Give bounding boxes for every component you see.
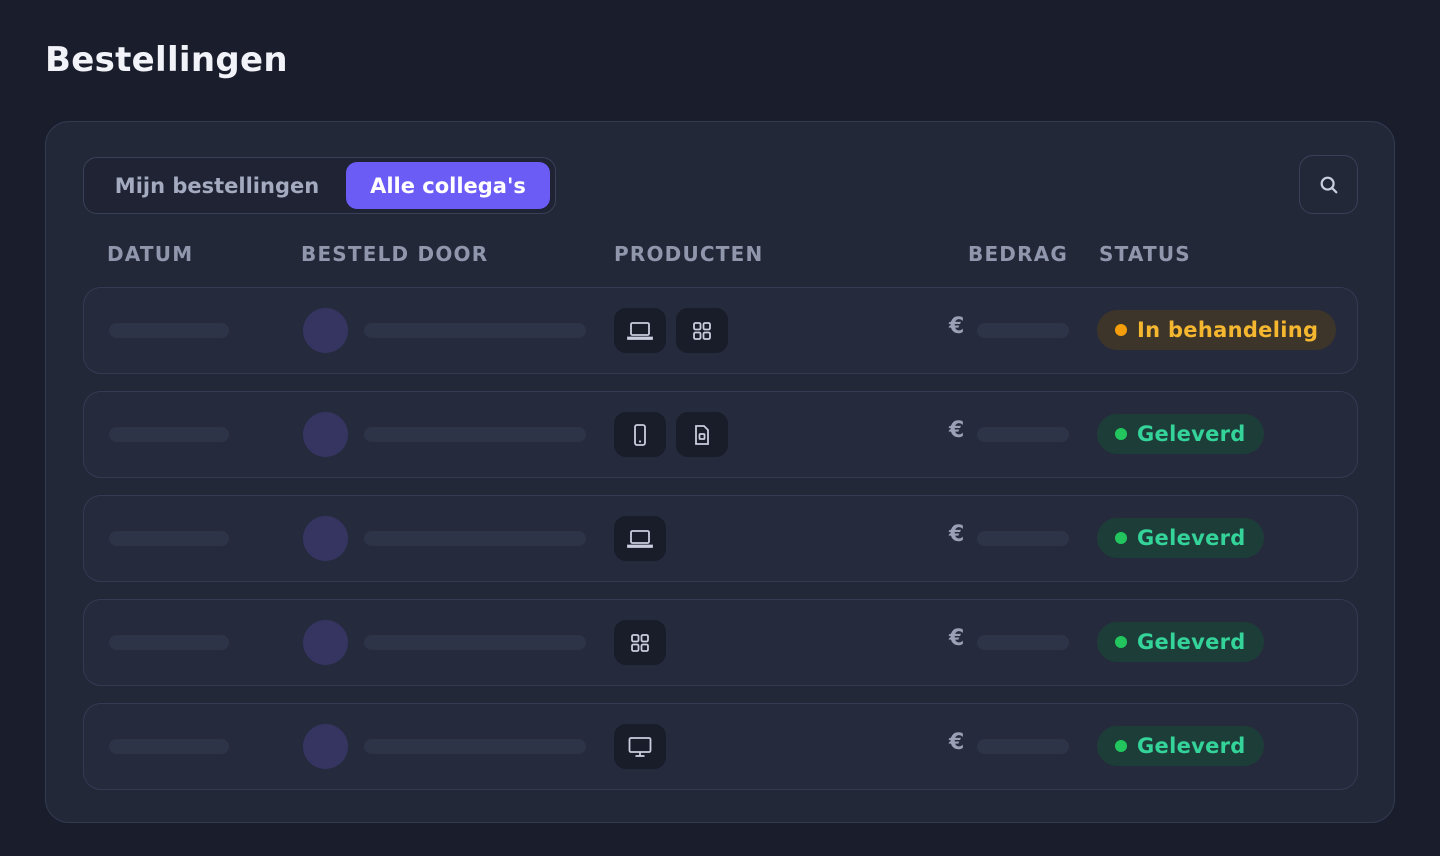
currency-symbol: €	[949, 522, 965, 547]
date-placeholder	[109, 739, 229, 754]
order-row[interactable]: € Geleverd	[83, 391, 1358, 478]
avatar	[303, 724, 348, 769]
orders-card: Mijn bestellingen Alle collega's DATUM B…	[45, 121, 1395, 823]
status-label: Geleverd	[1137, 630, 1246, 654]
column-header-status: STATUS	[1099, 242, 1191, 266]
laptop-icon	[614, 516, 666, 561]
status-label: In behandeling	[1137, 318, 1319, 342]
date-placeholder	[109, 635, 229, 650]
column-header-products: PRODUCTEN	[614, 242, 764, 266]
avatar	[303, 516, 348, 561]
status-badge: Geleverd	[1097, 518, 1264, 558]
product-list	[614, 620, 666, 665]
all-colleagues-tab[interactable]: Alle collega's	[346, 162, 550, 209]
my-orders-tab[interactable]: Mijn bestellingen	[88, 162, 346, 209]
product-list	[614, 516, 666, 561]
amount-placeholder	[977, 635, 1069, 650]
currency-symbol: €	[949, 418, 965, 443]
currency-symbol: €	[949, 730, 965, 755]
order-row[interactable]: € Geleverd	[83, 495, 1358, 582]
currency-symbol: €	[949, 626, 965, 651]
grid-icon	[614, 620, 666, 665]
name-placeholder	[364, 323, 586, 338]
page-title: Bestellingen	[45, 40, 288, 80]
column-header-date: DATUM	[107, 242, 194, 266]
currency-symbol: €	[949, 314, 965, 339]
status-badge: Geleverd	[1097, 622, 1264, 662]
status-badge: Geleverd	[1097, 414, 1264, 454]
date-placeholder	[109, 427, 229, 442]
column-header-ordered-by: BESTELD DOOR	[301, 242, 489, 266]
product-list	[614, 308, 728, 353]
name-placeholder	[364, 531, 586, 546]
status-dot	[1115, 532, 1127, 544]
avatar	[303, 620, 348, 665]
phone-icon	[614, 412, 666, 457]
name-placeholder	[364, 427, 586, 442]
amount-placeholder	[977, 323, 1069, 338]
search-button[interactable]	[1299, 155, 1358, 214]
avatar	[303, 412, 348, 457]
status-label: Geleverd	[1137, 422, 1246, 446]
document-icon	[676, 412, 728, 457]
order-row[interactable]: € Geleverd	[83, 599, 1358, 686]
order-filter-toggle: Mijn bestellingen Alle collega's	[83, 157, 556, 214]
status-dot	[1115, 428, 1127, 440]
date-placeholder	[109, 323, 229, 338]
status-badge: Geleverd	[1097, 726, 1264, 766]
date-placeholder	[109, 531, 229, 546]
status-label: Geleverd	[1137, 526, 1246, 550]
name-placeholder	[364, 739, 586, 754]
amount-placeholder	[977, 739, 1069, 754]
column-header-amount: BEDRAG	[968, 242, 1069, 266]
order-row[interactable]: € Geleverd	[83, 703, 1358, 790]
name-placeholder	[364, 635, 586, 650]
avatar	[303, 308, 348, 353]
status-dot	[1115, 740, 1127, 752]
status-badge: In behandeling	[1097, 310, 1337, 350]
laptop-icon	[614, 308, 666, 353]
order-row[interactable]: € In behandeling	[83, 287, 1358, 374]
amount-placeholder	[977, 427, 1069, 442]
monitor-icon	[614, 724, 666, 769]
product-list	[614, 412, 728, 457]
search-icon	[1318, 174, 1340, 196]
product-list	[614, 724, 666, 769]
amount-placeholder	[977, 531, 1069, 546]
status-dot	[1115, 636, 1127, 648]
grid-icon	[676, 308, 728, 353]
status-label: Geleverd	[1137, 734, 1246, 758]
status-dot	[1115, 324, 1127, 336]
